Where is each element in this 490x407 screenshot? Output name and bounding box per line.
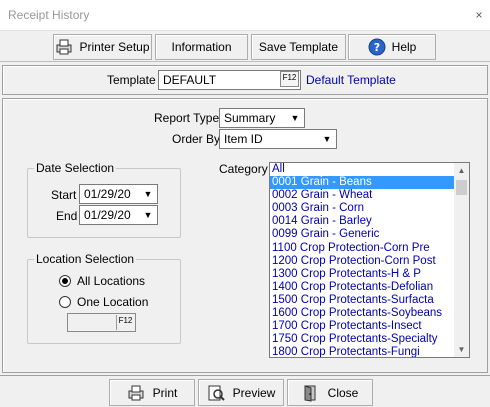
window-title: Receipt History bbox=[8, 8, 90, 22]
save-template-label: Save Template bbox=[258, 40, 339, 54]
door-exit-icon bbox=[304, 384, 316, 402]
category-list-item[interactable]: 1500 Crop Protectants-Surfacta bbox=[270, 294, 469, 307]
printer-setup-label: Printer Setup bbox=[79, 40, 150, 54]
category-list-item[interactable]: 0001 Grain - Beans bbox=[270, 176, 469, 190]
radio-checked-icon bbox=[59, 275, 71, 287]
help-icon: ? bbox=[368, 38, 386, 56]
all-locations-radio[interactable]: All Locations bbox=[59, 274, 145, 288]
information-button[interactable]: Information bbox=[155, 34, 248, 60]
toolbar: Printer Setup Information Save Template … bbox=[0, 32, 490, 62]
category-listbox[interactable]: All 0001 Grain - Beans 0002 Grain - Wheat 0… bbox=[269, 162, 470, 358]
report-type-value: Summary bbox=[224, 111, 276, 125]
print-button[interactable]: Print bbox=[109, 379, 195, 406]
location-input: F12 bbox=[67, 313, 136, 332]
order-by-value: Item ID bbox=[224, 132, 263, 146]
close-icon[interactable]: × bbox=[472, 8, 486, 22]
category-list-item[interactable]: 1700 Crop Protectants-Insect bbox=[270, 320, 469, 333]
help-button[interactable]: ? Help bbox=[348, 34, 436, 60]
title-bar: Receipt History × bbox=[0, 0, 490, 31]
order-by-label: Order By bbox=[172, 132, 221, 146]
one-location-label: One Location bbox=[77, 295, 149, 309]
template-value: DEFAULT bbox=[163, 73, 217, 87]
chevron-down-icon[interactable]: ▼ bbox=[288, 111, 302, 125]
start-date-label: Start bbox=[51, 188, 77, 202]
template-panel: Template DEFAULT F12 Default Template bbox=[2, 65, 488, 95]
preview-label: Preview bbox=[232, 385, 276, 400]
category-list-item[interactable]: 0003 Grain - Corn bbox=[270, 202, 469, 215]
information-label: Information bbox=[171, 40, 232, 54]
location-lookup-button: F12 bbox=[116, 315, 134, 330]
category-list-item[interactable]: 1750 Crop Protectants-Specialty bbox=[270, 333, 469, 346]
all-locations-label: All Locations bbox=[77, 274, 146, 288]
category-list-item[interactable]: 1400 Crop Protectants-Defolian bbox=[270, 281, 469, 294]
category-list-item[interactable]: All bbox=[270, 163, 469, 176]
chevron-down-icon[interactable]: ▼ bbox=[141, 208, 155, 222]
category-list-item[interactable]: 1300 Crop Protectants-H & P bbox=[270, 268, 469, 281]
location-selection-title: Location Selection bbox=[34, 252, 137, 266]
help-label: Help bbox=[391, 40, 417, 54]
category-list-item[interactable]: 1800 Crop Protectants-Fungi bbox=[270, 346, 469, 357]
template-label: Template bbox=[107, 73, 156, 87]
preview-icon bbox=[208, 385, 225, 401]
bottom-bar: Print Preview Close bbox=[0, 375, 490, 407]
chevron-down-icon[interactable]: ▼ bbox=[320, 132, 334, 146]
save-template-button[interactable]: Save Template bbox=[251, 34, 346, 60]
printer-icon bbox=[56, 39, 72, 55]
end-date-value: 01/29/20 bbox=[84, 208, 131, 222]
report-type-select[interactable]: Summary ▼ bbox=[219, 108, 305, 128]
start-date-value: 01/29/20 bbox=[84, 187, 131, 201]
printer-icon bbox=[128, 385, 144, 400]
close-button[interactable]: Close bbox=[287, 379, 373, 406]
date-selection-title: Date Selection bbox=[34, 161, 117, 175]
scroll-down-icon[interactable]: ▼ bbox=[454, 342, 469, 357]
template-description: Default Template bbox=[306, 73, 396, 87]
category-list-item[interactable]: 0014 Grain - Barley bbox=[270, 215, 469, 228]
template-lookup-button[interactable]: F12 bbox=[280, 71, 299, 87]
category-items: All 0001 Grain - Beans 0002 Grain - Wheat 0… bbox=[270, 163, 469, 357]
close-label: Close bbox=[327, 385, 359, 400]
scroll-thumb[interactable] bbox=[456, 180, 467, 195]
category-list-item[interactable]: 0002 Grain - Wheat bbox=[270, 189, 469, 202]
category-list-item[interactable]: 1600 Crop Protectants-Soybeans bbox=[270, 307, 469, 320]
end-date-label: End bbox=[56, 209, 78, 223]
end-date-picker[interactable]: 01/29/20 ▼ bbox=[79, 205, 158, 225]
print-label: Print bbox=[152, 385, 178, 400]
preview-button[interactable]: Preview bbox=[198, 379, 284, 406]
printer-setup-button[interactable]: Printer Setup bbox=[53, 34, 152, 60]
scroll-up-icon[interactable]: ▲ bbox=[454, 163, 469, 178]
category-list-item[interactable]: 1100 Crop Protection-Corn Pre bbox=[270, 242, 469, 255]
category-list-item[interactable]: 1200 Crop Protection-Corn Post bbox=[270, 255, 469, 268]
start-date-picker[interactable]: 01/29/20 ▼ bbox=[79, 184, 158, 204]
category-scrollbar[interactable]: ▲ ▼ bbox=[454, 163, 469, 357]
order-by-select[interactable]: Item ID ▼ bbox=[219, 129, 337, 149]
category-list-item[interactable]: 0099 Grain - Generic bbox=[270, 228, 469, 241]
radio-unchecked-icon bbox=[59, 296, 71, 308]
report-type-label: Report Type bbox=[154, 111, 220, 125]
chevron-down-icon[interactable]: ▼ bbox=[141, 187, 155, 201]
svg-text:?: ? bbox=[373, 41, 379, 54]
one-location-radio[interactable]: One Location bbox=[59, 295, 148, 309]
category-label: Category bbox=[219, 162, 268, 176]
